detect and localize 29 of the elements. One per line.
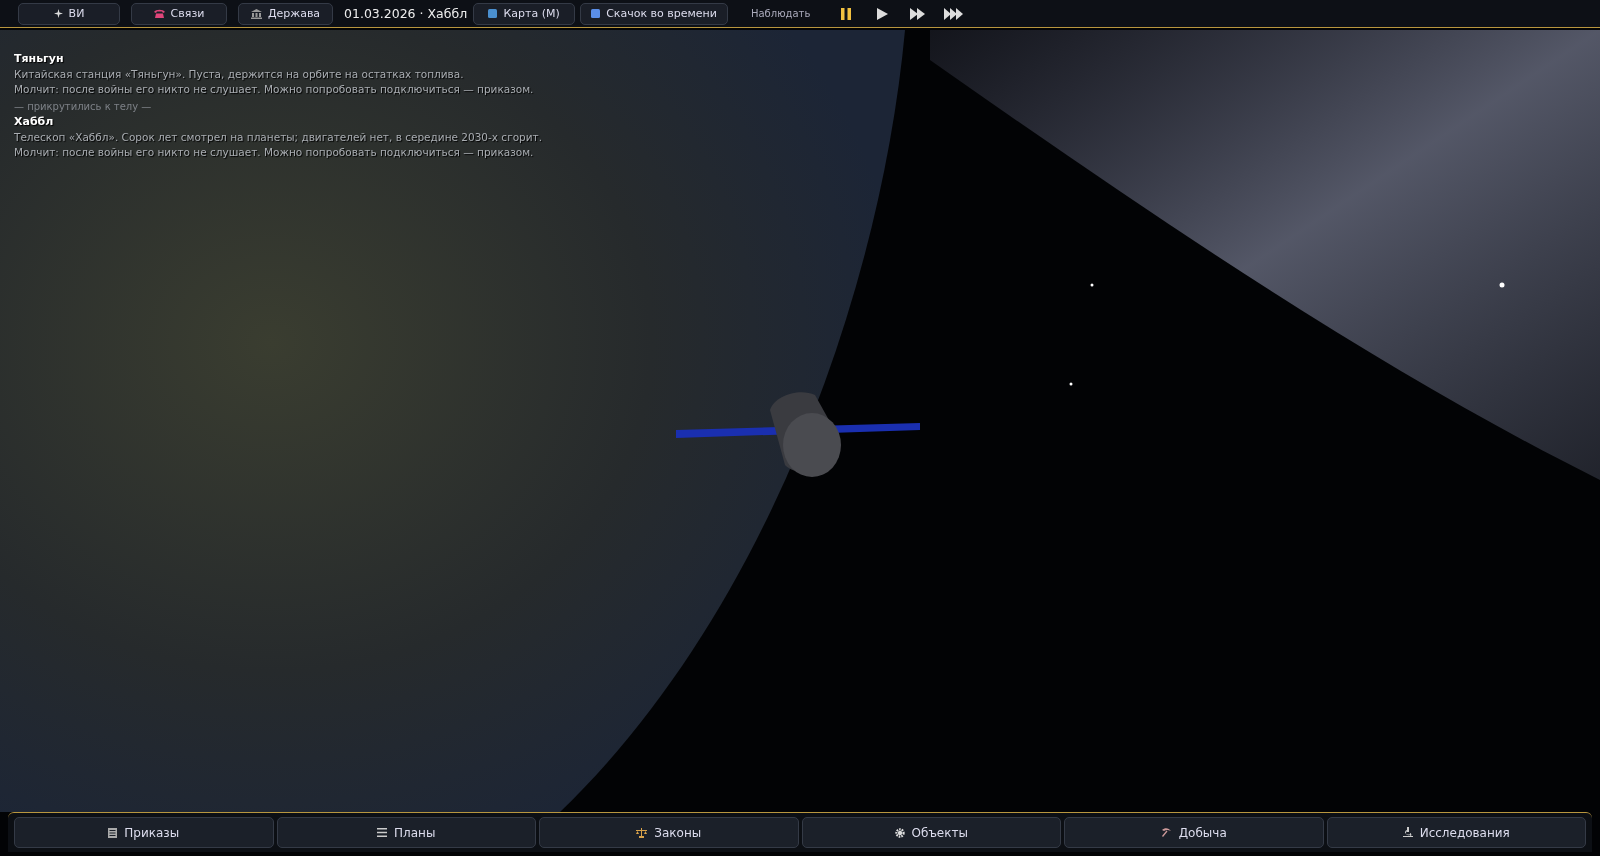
menu-icon <box>377 828 388 837</box>
toolbar-button[interactable]: Карта (M) <box>473 2 576 25</box>
object-title: Хаббл <box>14 114 54 130</box>
menu-tab[interactable]: Объекты <box>801 817 1061 848</box>
sparkle-icon <box>53 9 63 18</box>
toolbar-button[interactable]: ВИ <box>18 2 120 25</box>
scales-icon <box>636 827 648 838</box>
object-description: Молчит: после войны его никто не слушает. Можно попробовать подключиться — приказом. <box>14 82 534 97</box>
microscope-icon <box>1402 827 1413 838</box>
toolbar-button[interactable]: Скачок во времени <box>580 2 728 25</box>
separator-note: — прикрутились к телу — <box>14 100 152 114</box>
toolbar-button[interactable]: Держава <box>238 2 333 25</box>
list-icon <box>108 827 118 838</box>
observe-label: Наблюдать <box>750 8 811 19</box>
toolbar-button[interactable]: Связи <box>131 2 227 25</box>
phone-icon <box>153 9 165 18</box>
building-icon <box>250 8 262 19</box>
date-location-text: 01.03.2026 · Хаббл <box>344 6 468 21</box>
menu-tab[interactable]: Добыча <box>1064 817 1324 848</box>
object-description: Молчит: после войны его никто не слушает. Можно попробовать подключиться — приказом. <box>14 145 534 160</box>
object-title: Тяньгун <box>14 51 64 67</box>
object-description: Телескоп «Хаббл». Сорок лет смотрел на планеты; двигателей нет, в середине 2030-х сгорит. <box>14 130 542 145</box>
menu-tab[interactable]: Законы <box>539 817 799 848</box>
gear-icon <box>894 827 905 838</box>
pickaxe-icon <box>1160 827 1172 838</box>
menu-tab[interactable]: Исследования <box>1326 817 1586 848</box>
menu-tab[interactable]: Планы <box>276 817 536 848</box>
object-description: Китайская станция «Тяньгун». Пуста, держится на орбите на остатках топлива. <box>14 67 464 82</box>
menu-tab[interactable]: Приказы <box>14 817 274 848</box>
